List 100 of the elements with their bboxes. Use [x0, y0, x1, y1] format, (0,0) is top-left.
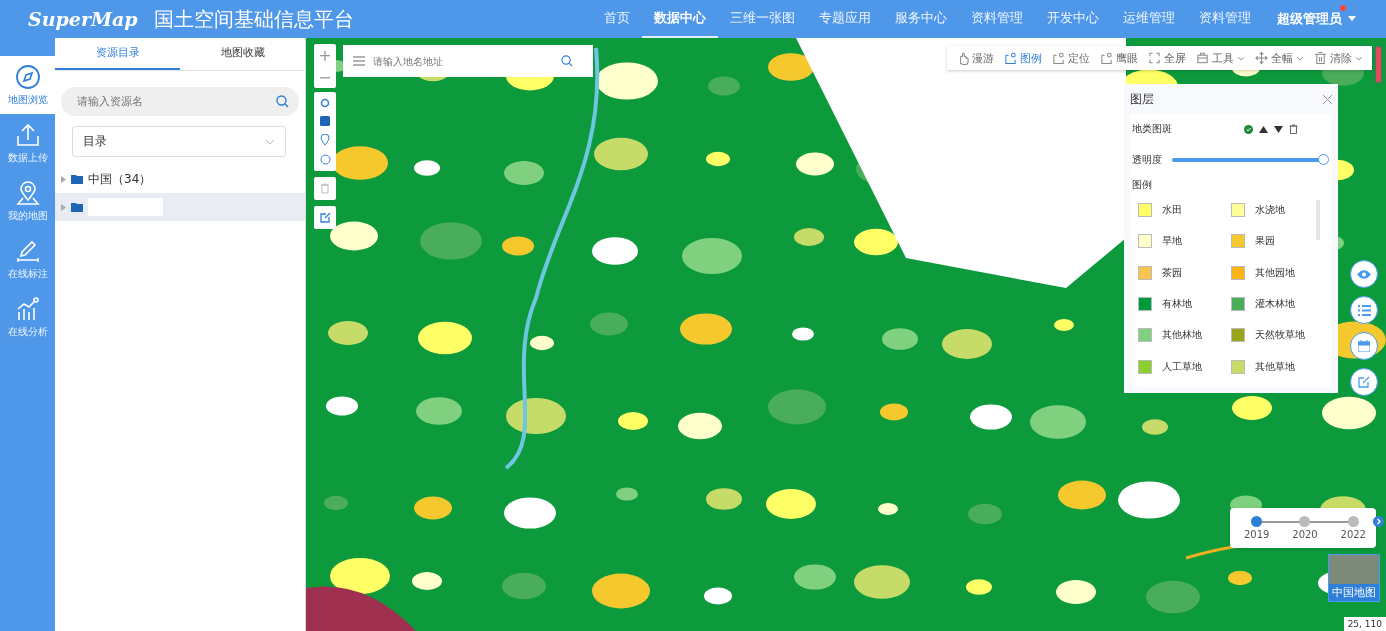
land-patch	[618, 412, 648, 430]
sidebar-item[interactable]: 在线分析	[0, 288, 55, 346]
toolbar-button[interactable]: 漫游	[951, 50, 999, 66]
land-patch	[616, 487, 638, 501]
catalog-dropdown[interactable]: 目录	[72, 126, 286, 157]
land-patch	[966, 579, 992, 595]
folder-icon	[71, 174, 83, 184]
panel-tab[interactable]: 资源目录	[55, 38, 180, 70]
zoom-button[interactable]: +	[314, 44, 336, 66]
sidebar-item[interactable]: 数据上传	[0, 114, 55, 172]
sidebar-item[interactable]: 地图浏览	[0, 56, 55, 114]
nav-tab[interactable]: 三维一张图	[718, 0, 807, 38]
toolbar-button[interactable]: 工具	[1191, 50, 1250, 66]
land-patch	[794, 564, 836, 590]
address-search-bar[interactable]: 请输入地名地址	[343, 45, 593, 77]
resource-search-field[interactable]: 请输入资源名	[75, 94, 276, 109]
chevron-icon	[265, 138, 275, 145]
next-arrow-icon[interactable]	[1373, 516, 1384, 527]
close-icon[interactable]	[1323, 94, 1332, 104]
address-search-field[interactable]: 请输入地名地址	[373, 53, 553, 69]
sidebar-item[interactable]: 在线标注	[0, 230, 55, 288]
land-patch	[942, 329, 992, 359]
land-patch	[592, 237, 638, 265]
nav-tab[interactable]: 专题应用	[807, 0, 883, 38]
land-patch	[768, 53, 814, 81]
legend-label: 有林地	[1162, 297, 1192, 311]
land-patch	[330, 558, 390, 594]
zoom-button[interactable]: −	[314, 66, 336, 88]
rectangle-icon[interactable]	[320, 116, 330, 126]
toolbar-button[interactable]: 图例	[999, 50, 1047, 66]
legend-label: 其他园地	[1255, 265, 1295, 280]
timeline-dot[interactable]	[1347, 516, 1359, 527]
timeline-year[interactable]: 2022	[1340, 516, 1366, 540]
circle-icon[interactable]	[319, 154, 331, 165]
basemap-thumbnail[interactable]: 中国地图	[1328, 554, 1380, 602]
land-patch	[854, 565, 910, 599]
land-patch	[766, 489, 816, 519]
nav-tab[interactable]: 资料管理	[959, 0, 1035, 38]
frame-icon	[1052, 51, 1065, 65]
land-patch	[882, 328, 918, 350]
compass-icon	[14, 63, 41, 90]
land-patch	[796, 152, 834, 176]
caret-icon[interactable]	[1348, 16, 1356, 22]
panel-tab[interactable]: 地图收藏	[180, 38, 305, 70]
toolbar-button[interactable]: 清除	[1309, 50, 1368, 66]
toolbar-button[interactable]: 全屏	[1143, 50, 1191, 66]
sidebar-item[interactable]: 我的地图	[0, 172, 55, 230]
land-patch	[412, 572, 442, 590]
land-patch	[878, 503, 898, 515]
nav-tab[interactable]: 运维管理	[1111, 0, 1187, 38]
nav-tab[interactable]: 服务中心	[883, 0, 959, 38]
timeline-year[interactable]: 2019	[1244, 516, 1270, 540]
logo-text: SuperMap	[28, 8, 138, 30]
toolbar-button[interactable]: 全幅	[1250, 50, 1309, 66]
resource-search-bar[interactable]: 请输入资源名	[61, 87, 299, 116]
toolbar-button[interactable]: 鹰眼	[1095, 50, 1143, 66]
search-icon[interactable]	[276, 95, 289, 108]
nav-tab[interactable]: 开发中心	[1035, 0, 1111, 38]
move-up-icon[interactable]	[1259, 125, 1268, 133]
edit-icon[interactable]	[319, 212, 331, 223]
nav-tab[interactable]: 资料管理	[1187, 0, 1263, 38]
menu-icon[interactable]	[353, 56, 365, 66]
sidebar-label: 数据上传	[7, 150, 48, 165]
frame-icon	[1100, 51, 1113, 65]
land-patch	[1030, 405, 1086, 439]
eye-icon	[1357, 269, 1371, 279]
upload-icon	[14, 121, 41, 148]
land-patch	[1056, 580, 1096, 604]
toolbar-button[interactable]: 定位	[1047, 50, 1095, 66]
land-patch	[330, 221, 378, 251]
nav-tab[interactable]: 首页	[592, 0, 642, 38]
land-patch	[678, 412, 722, 440]
land-patch	[326, 396, 358, 416]
timeline-dot[interactable]	[1299, 516, 1311, 527]
basemap-label: 中国地图	[1329, 584, 1379, 601]
slider-thumb[interactable]	[1318, 154, 1329, 165]
legend-label: 水田	[1162, 203, 1182, 217]
legend-label: 灌木林地	[1255, 297, 1295, 311]
location-pin-icon[interactable]	[320, 134, 330, 146]
app-title: 国土空间基础信息平台	[153, 5, 354, 33]
opacity-label: 透明度	[1132, 153, 1162, 167]
land-patch	[414, 496, 452, 520]
land-patch	[530, 335, 554, 351]
expand-arrow-icon[interactable]	[61, 175, 66, 183]
lasso-icon[interactable]	[320, 98, 330, 108]
land-patch	[704, 587, 732, 605]
visibility-check-icon[interactable]	[1244, 124, 1253, 134]
land-patch	[854, 228, 898, 256]
scrollbar[interactable]	[1375, 46, 1382, 83]
user-menu[interactable]: 超级管理员	[1277, 10, 1342, 28]
timeline-dot[interactable]	[1251, 516, 1263, 527]
expand-arrow-icon[interactable]	[61, 203, 66, 211]
tree-item[interactable]: 中国（34）	[55, 165, 305, 193]
trash-icon[interactable]	[1289, 124, 1298, 134]
land-patch	[1228, 570, 1252, 586]
land-patch	[504, 161, 544, 185]
search-icon[interactable]	[561, 55, 573, 67]
timeline-year[interactable]: 2020	[1292, 516, 1318, 540]
land-patch	[504, 497, 556, 529]
move-down-icon[interactable]	[1274, 125, 1283, 133]
